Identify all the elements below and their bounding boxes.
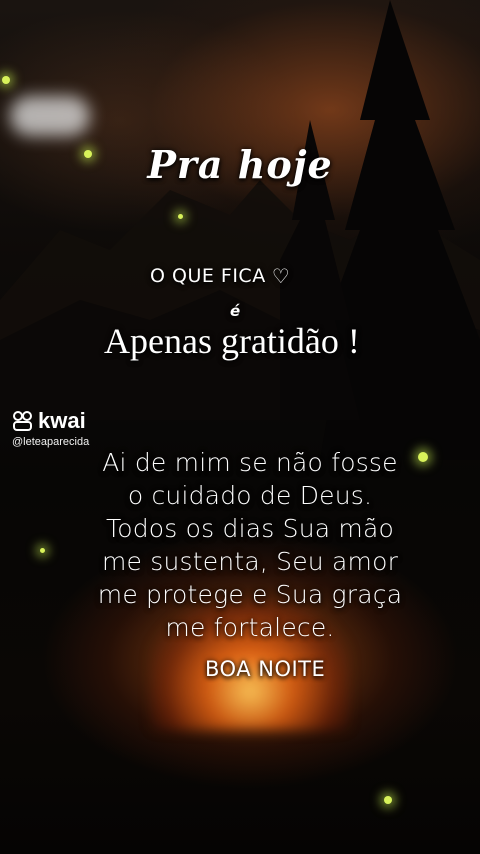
- title: Pra hoje: [147, 142, 333, 187]
- subtitle-line-2: é: [230, 302, 241, 320]
- poem-line: Todos os dias Sua mão: [106, 514, 394, 543]
- subtitle-line-3: Apenas gratidão !: [104, 321, 360, 361]
- overlay-text: Pra hoje O QUE FICA ♡ é Apenas gratidão …: [0, 0, 480, 854]
- kwai-handle: @leteaparecida: [12, 436, 90, 448]
- white-heart-icon: ♡: [271, 264, 291, 288]
- kwai-logo-icon: [13, 411, 32, 431]
- kwai-brand: kwai: [38, 408, 86, 433]
- poem-line: o cuidado de Deus.: [127, 481, 373, 510]
- poem-line: Ai de mim se não fosse: [102, 448, 398, 477]
- subtitle-text: O QUE FICA: [150, 265, 266, 287]
- poem-text: Ai de mim se não fosse o cuidado de Deus…: [60, 446, 440, 644]
- poem-line: me fortalece.: [165, 613, 335, 642]
- subtitle-line-1: O QUE FICA ♡: [150, 264, 290, 288]
- poem-line: me protege e Sua graça: [97, 580, 403, 609]
- closing-text: BOA NOITE: [205, 657, 326, 681]
- poem-line: me sustenta, Seu amor: [101, 547, 399, 576]
- kwai-watermark: kwai: [12, 408, 86, 434]
